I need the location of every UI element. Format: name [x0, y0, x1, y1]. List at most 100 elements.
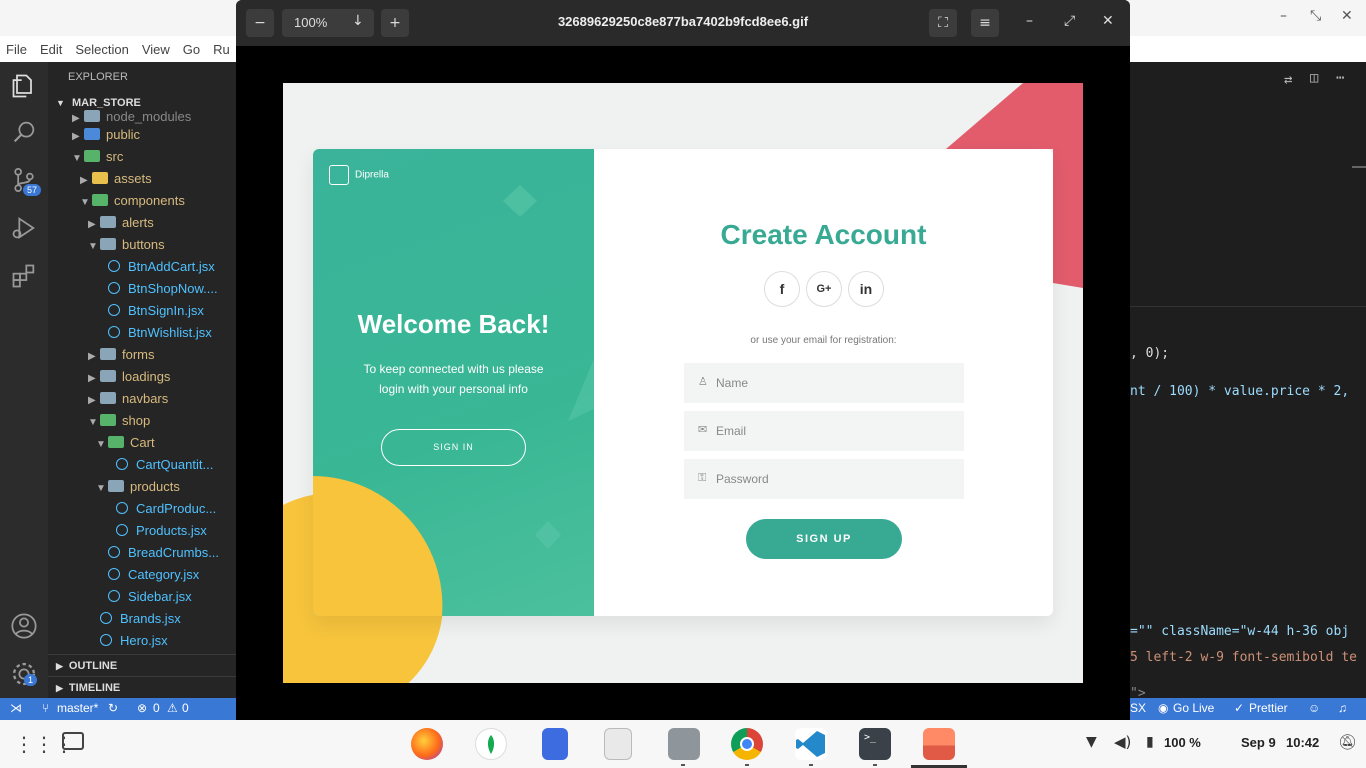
- logo-mark-icon: [329, 165, 349, 185]
- menu-button[interactable]: ≡: [971, 9, 999, 37]
- outline-section[interactable]: ▶ OUTLINE: [48, 654, 236, 676]
- chrome-icon[interactable]: [731, 728, 763, 760]
- source-control-icon[interactable]: 57: [10, 166, 42, 196]
- menu-run[interactable]: Ru: [213, 42, 230, 57]
- fullscreen-button[interactable]: ⛶: [929, 9, 957, 37]
- go-live-button[interactable]: Go Live: [1173, 701, 1214, 715]
- tree-file[interactable]: Products.jsx: [48, 520, 236, 542]
- feedback-icon[interactable]: ☺: [1308, 701, 1320, 715]
- tree-label: Sidebar.jsx: [128, 589, 192, 604]
- close-icon[interactable]: ✕: [1341, 8, 1353, 24]
- tree-file[interactable]: CardProduc...: [48, 498, 236, 520]
- split-editor-icon[interactable]: ◫: [1310, 70, 1318, 86]
- menu-selection[interactable]: Selection: [75, 42, 128, 57]
- more-actions-icon[interactable]: ⋯: [1336, 70, 1344, 86]
- clock[interactable]: 10:42: [1286, 735, 1319, 750]
- restore-icon[interactable]: ⤡: [1310, 8, 1321, 24]
- chevron-right-icon: ▶: [88, 219, 96, 230]
- tree-label: products: [130, 479, 180, 494]
- remote-icon[interactable]: ⋊: [10, 701, 22, 715]
- files-app-icon[interactable]: [668, 728, 700, 760]
- lock-icon: ⚿: [698, 471, 707, 484]
- tree-file[interactable]: Hero.jsx: [48, 630, 236, 652]
- chevron-right-icon: ▶: [56, 661, 63, 671]
- code-editor[interactable]: ⇄ ◫ ⋯ , 0); nt / 100) * value.price * 2,…: [1130, 62, 1366, 701]
- minimize-icon[interactable]: –: [1026, 13, 1033, 29]
- tree-folder[interactable]: ▶ alerts: [48, 212, 236, 234]
- battery-icon[interactable]: ▮: [1146, 734, 1154, 750]
- text-editor-icon[interactable]: [542, 728, 568, 760]
- sync-icon[interactable]: ↻: [108, 701, 118, 715]
- vscode-icon[interactable]: [795, 728, 827, 760]
- tree-file[interactable]: Category.jsx: [48, 564, 236, 586]
- tree-file[interactable]: BtnWishlist.jsx: [48, 322, 236, 344]
- tree-folder[interactable]: ▼ shop: [48, 410, 236, 432]
- menu-file[interactable]: File: [6, 42, 27, 57]
- tree-folder[interactable]: ▶ node_modules: [48, 110, 236, 124]
- tree-folder[interactable]: ▶ loadings: [48, 366, 236, 388]
- tree-label: Hero.jsx: [120, 633, 168, 648]
- notifications-off-icon[interactable]: 🔕︎: [1338, 733, 1357, 751]
- timeline-section[interactable]: ▶ TIMELINE: [48, 676, 236, 698]
- tree-file[interactable]: BtnSignIn.jsx: [48, 300, 236, 322]
- brand-name: Diprella: [355, 169, 389, 181]
- welcome-text: To keep connected with us please login w…: [363, 362, 544, 396]
- tree-file[interactable]: BreadCrumbs...: [48, 542, 236, 564]
- firefox-icon[interactable]: [411, 728, 443, 760]
- tree-folder[interactable]: ▶ assets: [48, 168, 236, 190]
- wifi-icon[interactable]: ▼: [1086, 734, 1097, 750]
- warnings-count[interactable]: 0: [182, 701, 189, 715]
- maximize-icon[interactable]: ⤢: [1064, 13, 1075, 29]
- tree-label: alerts: [122, 215, 154, 230]
- tree-folder[interactable]: ▶ forms: [48, 344, 236, 366]
- language-mode[interactable]: SX: [1130, 701, 1146, 715]
- menu-go[interactable]: Go: [183, 42, 200, 57]
- tree-file[interactable]: BtnShopNow....: [48, 278, 236, 300]
- tree-file[interactable]: Brands.jsx: [48, 608, 236, 630]
- chevron-down-icon: ▼: [96, 483, 106, 494]
- extensions-icon[interactable]: [10, 262, 38, 290]
- tree-folder[interactable]: ▼ products: [48, 476, 236, 498]
- notifications-icon[interactable]: ♫: [1338, 701, 1347, 715]
- tree-folder[interactable]: ▶ navbars: [48, 388, 236, 410]
- tree-file[interactable]: CartQuantit...: [48, 454, 236, 476]
- run-debug-icon[interactable]: [10, 214, 38, 242]
- date[interactable]: Sep 9: [1241, 735, 1276, 750]
- timeline-label: TIMELINE: [68, 682, 121, 694]
- folder-icon: [108, 480, 124, 492]
- volume-icon[interactable]: ◀): [1114, 733, 1131, 751]
- displayed-image: Diprella Welcome Back! To keep connected…: [283, 83, 1083, 683]
- problems-count[interactable]: 0: [153, 701, 160, 715]
- prettier-button[interactable]: Prettier: [1249, 701, 1288, 715]
- tree-folder[interactable]: ▼ src: [48, 146, 236, 168]
- minimize-icon[interactable]: –: [1280, 8, 1287, 24]
- user-icon: ♙: [698, 375, 708, 388]
- tree-label: buttons: [122, 237, 165, 252]
- tree-folder[interactable]: ▶ public: [48, 124, 236, 146]
- workspaces-icon[interactable]: [62, 732, 84, 750]
- tree-folder[interactable]: ▼ Cart: [48, 432, 236, 454]
- settings-gear-icon[interactable]: 1: [10, 660, 38, 688]
- tree-folder[interactable]: ▼ buttons: [48, 234, 236, 256]
- chevron-right-icon: ▶: [72, 113, 80, 124]
- image-viewer-icon[interactable]: [923, 728, 955, 760]
- explorer-title: EXPLORER: [68, 71, 128, 83]
- account-icon[interactable]: [10, 612, 38, 640]
- tree-folder[interactable]: ▼ components: [48, 190, 236, 212]
- chevron-right-icon: ▶: [88, 373, 96, 384]
- branch-name[interactable]: master*: [57, 701, 98, 715]
- files-icon[interactable]: [10, 72, 38, 100]
- close-icon[interactable]: ✕: [1102, 13, 1114, 29]
- mongodb-compass-icon[interactable]: [475, 728, 507, 760]
- menu-view[interactable]: View: [142, 42, 170, 57]
- tree-file[interactable]: BtnAddCart.jsx: [48, 256, 236, 278]
- document-viewer-icon[interactable]: [604, 728, 632, 760]
- terminal-icon[interactable]: >_: [859, 728, 891, 760]
- tree-label: Products.jsx: [136, 523, 207, 538]
- compare-icon[interactable]: ⇄: [1284, 72, 1292, 88]
- search-icon[interactable]: [10, 118, 38, 146]
- chevron-down-icon: ▼: [88, 417, 98, 428]
- menu-edit[interactable]: Edit: [40, 42, 62, 57]
- tree-file[interactable]: Sidebar.jsx: [48, 586, 236, 608]
- running-indicator: [873, 764, 877, 766]
